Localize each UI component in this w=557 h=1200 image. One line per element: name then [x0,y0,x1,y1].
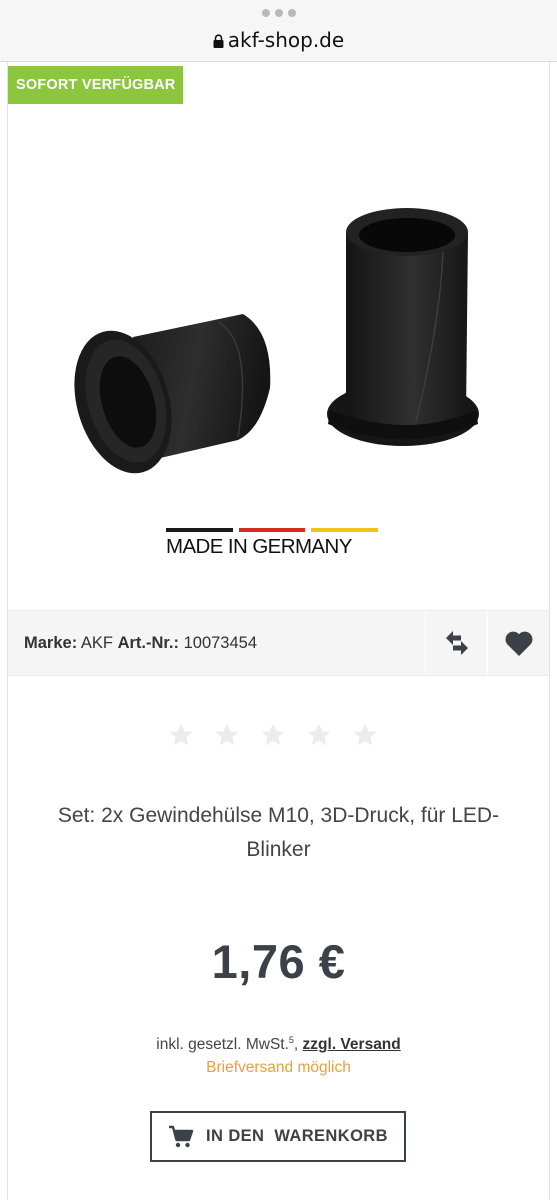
flag-stripe-gold [311,528,379,532]
heart-icon [505,631,532,656]
tax-text: inkl. gesetzl. MwSt. [156,1036,289,1054]
flag-stripe-red [238,528,306,532]
shopping-cart-icon [169,1125,194,1147]
wishlist-button[interactable] [487,611,549,675]
flag-stripe-black [166,528,233,532]
compare-button[interactable] [425,611,487,675]
lock-icon [213,34,224,48]
flag-stripes [166,528,379,532]
product-image[interactable] [48,192,488,492]
star-icon [215,723,239,746]
product-page: SOFORT VERFÜGBAR MADE IN GERMANY Marke: … [7,62,550,1200]
star-icon [261,723,285,746]
made-in-germany-logo: MADE IN GERMANY [166,528,379,564]
delivery-note: Briefversand möglich [206,1059,351,1076]
product-title: Set: 2x Gewindehülse M10, 3D-Druck, für … [57,804,500,861]
more-dots-icon[interactable] [261,9,296,17]
brand-value: AKF [80,634,113,652]
tax-info: inkl. gesetzl. MwSt.5, zzgl. Versand [8,1035,549,1054]
url-text: akf-shop.de [227,28,345,52]
product-meta-info: Marke: AKF Art.-Nr.: 10073454 [24,634,257,653]
star-icon [353,723,377,746]
add-to-cart-label: IN DEN WARENKORB [206,1127,388,1145]
star-icon [307,723,331,746]
star-icon [169,723,193,746]
availability-badge: SOFORT VERFÜGBAR [8,66,184,104]
tax-separator: , [293,1036,299,1054]
product-price: 1,76 € [211,935,346,988]
brand-label: Marke: [24,634,78,652]
browser-toolbar: akf-shop.de [0,0,557,62]
article-number-value: 10073454 [183,634,258,652]
rating-stars[interactable] [168,722,378,748]
address-bar[interactable]: akf-shop.de [0,28,557,52]
compare-arrows-icon [445,631,468,655]
shipping-link[interactable]: zzgl. Versand [303,1036,401,1053]
article-number-label: Art.-Nr.: [117,634,179,652]
product-meta-bar: Marke: AKF Art.-Nr.: 10073454 [8,610,549,676]
made-in-germany-text: MADE IN GERMANY [166,535,352,558]
add-to-cart-button[interactable]: IN DEN WARENKORB [150,1111,406,1162]
